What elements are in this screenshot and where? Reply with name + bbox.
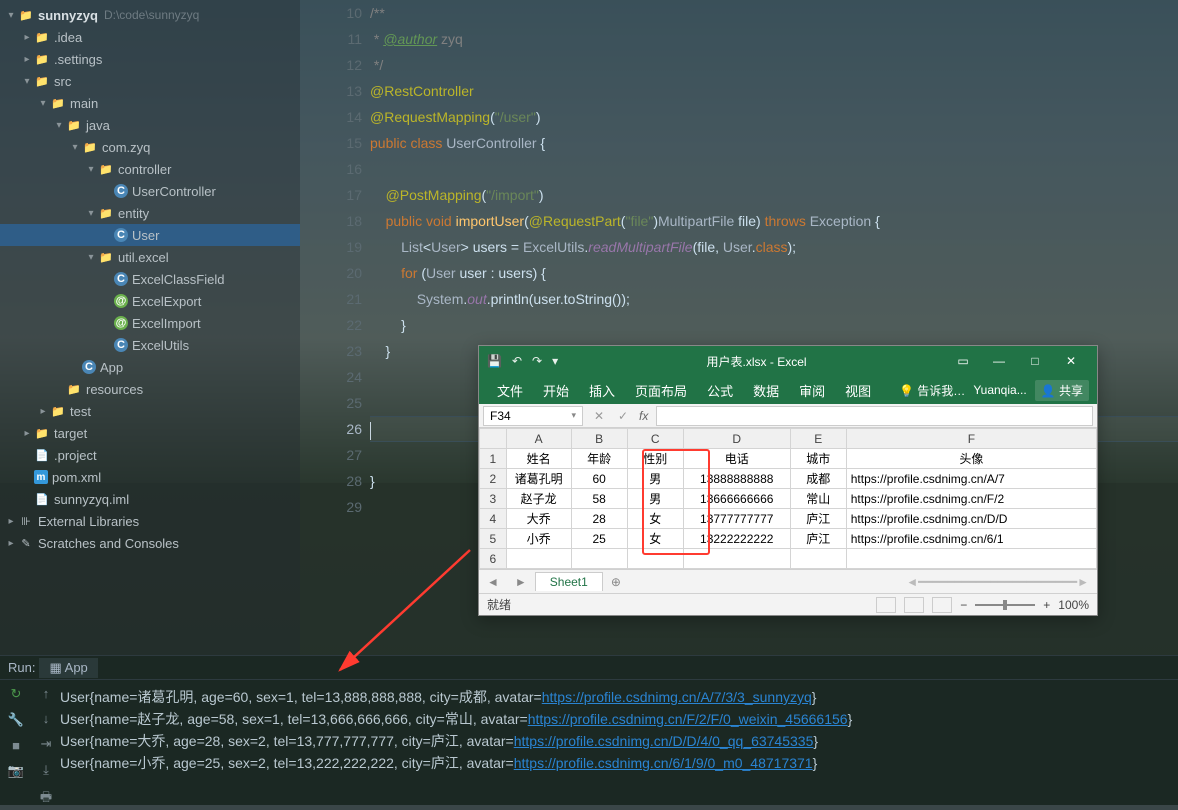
tree-item-excelexport[interactable]: ▸@ExcelExport (0, 290, 300, 312)
excel-statusbar: 就绪 − + 100% (479, 593, 1097, 615)
tree-item-main[interactable]: ▾📁main (0, 92, 300, 114)
tree-item-excelclassfield[interactable]: ▸CExcelClassField (0, 268, 300, 290)
excel-ribbon: 文件开始插入页面布局公式数据审阅视图 💡 告诉我… Yuanqia... 👤 共… (479, 376, 1097, 404)
rerun-icon[interactable]: ↻ (11, 686, 22, 702)
ribbon-tab-页面布局[interactable]: 页面布局 (625, 381, 697, 400)
close-icon[interactable]: ✕ (1053, 350, 1089, 372)
sheet-tabs: ◄ ► Sheet1 ⊕ ◄━━━━━━━━━━━━━━━━━━━━━━► (479, 569, 1097, 593)
tree-item-excelimport[interactable]: ▸@ExcelImport (0, 312, 300, 334)
tree-item-util-excel[interactable]: ▾📁util.excel (0, 246, 300, 268)
ribbon-tab-视图[interactable]: 视图 (835, 381, 881, 400)
save-icon[interactable]: 💾 (487, 354, 502, 368)
wrench-icon[interactable]: 🔧 (8, 712, 24, 728)
tree-item--settings[interactable]: ▸📁.settings (0, 48, 300, 70)
formula-bar: F34▾ ✕ ✓ fx (479, 404, 1097, 428)
camera-icon[interactable]: 📷 (8, 763, 24, 779)
ribbon-tab-文件[interactable]: 文件 (487, 381, 533, 400)
tree-item-test[interactable]: ▸📁test (0, 400, 300, 422)
view-layout-icon[interactable] (904, 597, 924, 613)
tree-item-external-libraries[interactable]: ▸⊪External Libraries (0, 510, 300, 532)
share-button[interactable]: 👤 共享 (1035, 380, 1089, 401)
tree-item-java[interactable]: ▾📁java (0, 114, 300, 136)
tell-me[interactable]: 💡 告诉我… (899, 382, 965, 399)
redo-icon[interactable]: ↷ (532, 354, 542, 368)
tree-item-resources[interactable]: ▸📁resources (0, 378, 300, 400)
tree-item-entity[interactable]: ▾📁entity (0, 202, 300, 224)
minimize-icon[interactable]: — (981, 350, 1017, 372)
up-icon[interactable]: ↑ (43, 686, 50, 701)
tree-item-excelutils[interactable]: ▸CExcelUtils (0, 334, 300, 356)
account-name[interactable]: Yuanqia... (973, 383, 1026, 397)
tree-item-sunnyzyq-iml[interactable]: ▸📄sunnyzyq.iml (0, 488, 300, 510)
excel-window: 💾 ↶ ↷ ▾ 用户表.xlsx - Excel ▭ — □ ✕ 文件开始插入页… (478, 345, 1098, 616)
project-root[interactable]: ▾📁sunnyzyqD:\code\sunnyzyq (0, 4, 300, 26)
view-normal-icon[interactable] (876, 597, 896, 613)
tree-item--idea[interactable]: ▸📁.idea (0, 26, 300, 48)
new-sheet-icon[interactable]: ⊕ (603, 575, 629, 589)
sheet-tab[interactable]: Sheet1 (535, 572, 603, 591)
tree-item-app[interactable]: ▸CApp (0, 356, 300, 378)
ribbon-tab-开始[interactable]: 开始 (533, 381, 579, 400)
tree-item-target[interactable]: ▸📁target (0, 422, 300, 444)
zoom-in-icon[interactable]: + (1043, 598, 1050, 612)
down-icon[interactable]: ↓ (43, 711, 50, 726)
tree-item-scratches-and-consoles[interactable]: ▸✎Scratches and Consoles (0, 532, 300, 554)
tree-item-controller[interactable]: ▾📁controller (0, 158, 300, 180)
view-break-icon[interactable] (932, 597, 952, 613)
tree-item-src[interactable]: ▾📁src (0, 70, 300, 92)
ribbon-tab-审阅[interactable]: 审阅 (789, 381, 835, 400)
status-ready: 就绪 (487, 596, 876, 613)
console-output[interactable]: User{name=诸葛孔明, age=60, sex=1, tel=13,88… (60, 680, 1178, 806)
ribbon-tab-插入[interactable]: 插入 (579, 381, 625, 400)
tree-item--project[interactable]: ▸📄.project (0, 444, 300, 466)
tree-item-pom-xml[interactable]: ▸mpom.xml (0, 466, 300, 488)
ribbon-display-icon[interactable]: ▭ (945, 350, 981, 372)
zoom-level[interactable]: 100% (1058, 598, 1089, 612)
run-tab[interactable]: ▦ App (39, 658, 97, 678)
sheet-nav-next-icon[interactable]: ► (507, 575, 535, 589)
fx-icon[interactable]: fx (635, 409, 652, 423)
tree-item-com-zyq[interactable]: ▾📁com.zyq (0, 136, 300, 158)
name-box[interactable]: F34▾ (483, 406, 583, 426)
soft-wrap-icon[interactable]: ⇥ (41, 736, 52, 752)
print-icon[interactable]: 🖶 (40, 788, 52, 810)
zoom-out-icon[interactable]: − (960, 598, 967, 612)
tree-item-user[interactable]: ▸CUser (0, 224, 300, 246)
undo-icon[interactable]: ↶ (512, 354, 522, 368)
run-title: Run: (8, 660, 35, 675)
formula-input[interactable] (656, 406, 1093, 426)
ribbon-tab-公式[interactable]: 公式 (697, 381, 743, 400)
project-tree: ▾📁sunnyzyqD:\code\sunnyzyq▸📁.idea▸📁.sett… (0, 0, 300, 655)
maximize-icon[interactable]: □ (1017, 350, 1053, 372)
cancel-icon[interactable]: ✕ (587, 409, 611, 423)
run-panel: Run: ▦ App ↻ 🔧 ■ 📷 ↑ ↓ ⇥ ⤓ 🖶 User{name=诸… (0, 655, 1178, 805)
dropdown-icon[interactable]: ▾ (552, 354, 558, 368)
excel-title: 用户表.xlsx - Excel (568, 353, 945, 370)
enter-icon[interactable]: ✓ (611, 409, 635, 423)
excel-grid[interactable]: ABCDEF1姓名年龄性别电话城市头像2诸葛孔明60男13888888888成都… (479, 428, 1097, 569)
tree-item-usercontroller[interactable]: ▸CUserController (0, 180, 300, 202)
ribbon-tab-数据[interactable]: 数据 (743, 381, 789, 400)
excel-titlebar[interactable]: 💾 ↶ ↷ ▾ 用户表.xlsx - Excel ▭ — □ ✕ (479, 346, 1097, 376)
scroll-end-icon[interactable]: ⤓ (43, 762, 49, 778)
sheet-nav-prev-icon[interactable]: ◄ (479, 575, 507, 589)
stop-icon[interactable]: ■ (12, 738, 20, 753)
